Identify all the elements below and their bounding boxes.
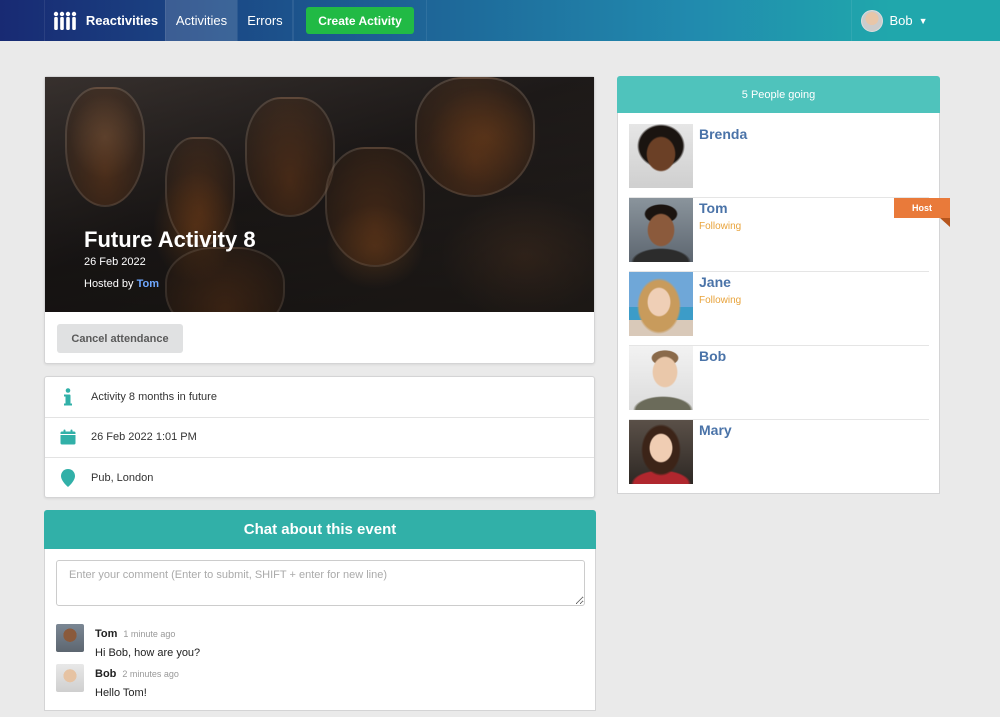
chat-panel: Tom 1 minute ago Hi Bob, how are you? Bob… bbox=[44, 549, 596, 711]
chevron-down-icon: ▼ bbox=[918, 15, 928, 26]
attendee-following: Following bbox=[699, 221, 742, 232]
brand-link[interactable]: Reactivities bbox=[44, 0, 165, 41]
host-profile-link[interactable]: Tom bbox=[137, 278, 159, 290]
attendee-item: Brenda bbox=[629, 124, 929, 198]
logo-icon bbox=[52, 11, 78, 31]
attendee-name[interactable]: Mary bbox=[699, 422, 732, 438]
attendee-item: Jane Following bbox=[629, 272, 929, 346]
activity-datetime: 26 Feb 2022 1:01 PM bbox=[91, 431, 197, 444]
info-row-datetime: 26 Feb 2022 1:01 PM bbox=[45, 418, 594, 459]
activity-description: Activity 8 months in future bbox=[91, 390, 217, 403]
user-name: Bob bbox=[889, 13, 913, 28]
activity-info-card: Activity 8 months in future 26 Feb 2022 … bbox=[44, 376, 595, 498]
create-activity-button[interactable]: Create Activity bbox=[306, 7, 414, 34]
hosted-by-label: Hosted by bbox=[84, 278, 137, 290]
activity-venue: Pub, London bbox=[91, 472, 154, 485]
cancel-attendance-button[interactable]: Cancel attendance bbox=[57, 324, 183, 353]
activity-hero-image: Future Activity 8 26 Feb 2022 Hosted by … bbox=[45, 77, 594, 312]
activity-title: Future Activity 8 bbox=[84, 227, 256, 252]
info-row-description: Activity 8 months in future bbox=[45, 377, 594, 418]
attendees-list: Brenda Tom Following Jane Following Bob … bbox=[617, 113, 940, 494]
info-row-venue: Pub, London bbox=[45, 458, 594, 499]
comment-time: 1 minute ago bbox=[123, 629, 176, 639]
map-marker-icon bbox=[45, 469, 91, 488]
host-ribbon: Host bbox=[894, 198, 950, 227]
activity-header-card: Future Activity 8 26 Feb 2022 Hosted by … bbox=[44, 76, 595, 364]
chat-header: Chat about this event bbox=[44, 510, 596, 549]
comment-avatar[interactable] bbox=[56, 664, 84, 692]
attendee-photo[interactable] bbox=[629, 420, 693, 484]
hosted-by: Hosted by Tom bbox=[84, 278, 256, 290]
comment-input[interactable] bbox=[56, 560, 585, 606]
comment-author[interactable]: Tom bbox=[95, 628, 117, 640]
attendee-photo[interactable] bbox=[629, 124, 693, 188]
attendee-item: Tom Following bbox=[629, 198, 929, 272]
attendee-name[interactable]: Brenda bbox=[699, 126, 747, 142]
comment-time: 2 minutes ago bbox=[122, 669, 179, 679]
brand-label: Reactivities bbox=[85, 13, 159, 28]
attendee-following: Following bbox=[699, 295, 742, 306]
nav-create-container: Create Activity bbox=[293, 0, 427, 41]
attendee-photo[interactable] bbox=[629, 346, 693, 410]
comment-item: Tom 1 minute ago Hi Bob, how are you? bbox=[56, 624, 200, 659]
info-icon bbox=[45, 387, 91, 406]
hero-text-block: Future Activity 8 26 Feb 2022 Hosted by … bbox=[84, 227, 256, 290]
comment-author[interactable]: Bob bbox=[95, 668, 116, 680]
attendee-item: Bob bbox=[629, 346, 929, 420]
comment-text: Hello Tom! bbox=[95, 687, 147, 699]
attendee-name[interactable]: Jane bbox=[699, 274, 731, 290]
user-avatar bbox=[861, 9, 884, 32]
attendee-name[interactable]: Bob bbox=[699, 348, 726, 364]
attendees-header: 5 People going bbox=[617, 76, 940, 113]
top-navbar: Reactivities Activities Errors Create Ac… bbox=[0, 0, 1000, 41]
nav-activities[interactable]: Activities bbox=[165, 0, 237, 41]
attendee-name[interactable]: Tom bbox=[699, 200, 728, 216]
attendee-photo[interactable] bbox=[629, 198, 693, 262]
attendee-photo[interactable] bbox=[629, 272, 693, 336]
comment-avatar[interactable] bbox=[56, 624, 84, 652]
user-menu[interactable]: Bob ▼ bbox=[851, 0, 937, 41]
activity-date: 26 Feb 2022 bbox=[84, 256, 146, 268]
calendar-icon bbox=[45, 429, 91, 445]
attendee-item: Mary bbox=[629, 420, 929, 494]
comment-text: Hi Bob, how are you? bbox=[95, 647, 201, 659]
nav-errors[interactable]: Errors bbox=[237, 0, 293, 41]
comment-item: Bob 2 minutes ago Hello Tom! bbox=[56, 664, 179, 699]
